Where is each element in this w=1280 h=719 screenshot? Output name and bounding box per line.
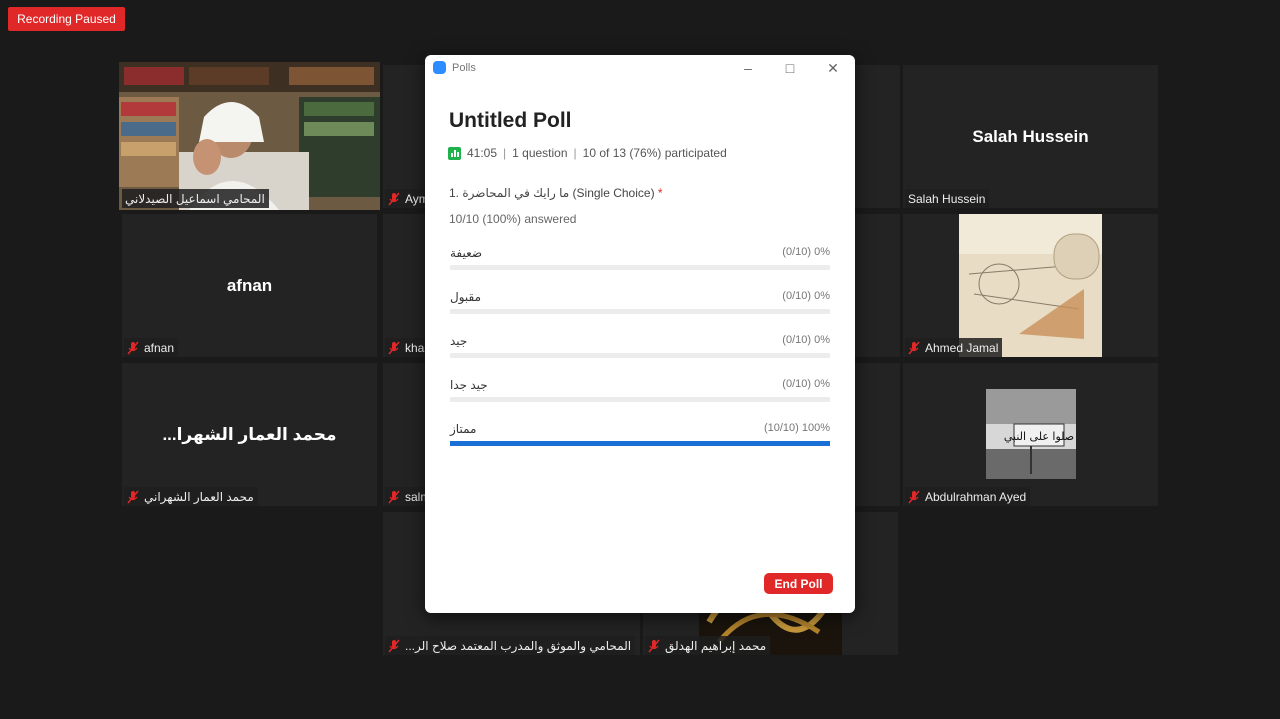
option-result: (0/10) 0% xyxy=(782,378,830,390)
participant-name-tag: Abdulrahman Ayed xyxy=(905,487,1031,506)
participant-name-tag: محمد إبراهيم الهدلق xyxy=(645,636,771,655)
muted-mic-icon xyxy=(648,639,660,652)
video-tile-speaker[interactable]: المحامي اسماعيل الصيدلاني xyxy=(119,62,380,210)
muted-mic-icon xyxy=(127,490,139,503)
participant-name: المحامي اسماعيل الصيدلاني xyxy=(125,191,265,206)
muted-mic-icon xyxy=(127,341,139,354)
result-bar xyxy=(450,353,830,358)
participant-name: محمد إبراهيم الهدلق xyxy=(665,638,767,653)
result-bar xyxy=(450,265,830,270)
participant-display-name: afnan xyxy=(226,275,273,295)
question-text: 1. ما رايك في المحاضرة (Single Choice) xyxy=(449,186,655,200)
participant-name: afnan xyxy=(144,340,175,355)
result-bar xyxy=(450,441,830,446)
participant-name-tag: ...المحامي والموثق والمدرب المعتمد صلاح … xyxy=(385,636,636,655)
option-label: ضعيفة xyxy=(450,246,483,260)
poll-participation: 10 of 13 (76%) participated xyxy=(582,146,727,160)
muted-mic-icon xyxy=(908,341,920,354)
poll-option: ممتاز (10/10) 100% xyxy=(450,422,830,452)
participant-name-tag: Ahmed Jamal xyxy=(905,338,1003,357)
poll-option: جيد جدا (0/10) 0% xyxy=(450,378,830,408)
option-result: (0/10) 0% xyxy=(782,290,830,302)
participant-name-tag: Salah Hussein xyxy=(905,189,990,208)
poll-option: مقبول (0/10) 0% xyxy=(450,290,830,320)
zoom-app-icon xyxy=(433,61,446,74)
video-tile[interactable]: صلوا على النبي Abdulrahman Ayed xyxy=(903,363,1158,506)
poll-duration: 41:05 xyxy=(467,146,498,160)
poll-title: Untitled Poll xyxy=(449,109,572,132)
profile-picture xyxy=(959,214,1102,357)
participant-display-name: ...محمد العمار الشهرا xyxy=(162,424,337,444)
result-bar-fill xyxy=(450,441,830,446)
participant-name: ...المحامي والموثق والمدرب المعتمد صلاح … xyxy=(405,638,632,653)
muted-mic-icon xyxy=(388,639,400,652)
participant-name-tag: محمد العمار الشهراني xyxy=(124,487,258,506)
separator: | xyxy=(503,146,507,160)
participant-name-tag: kha xyxy=(385,338,429,357)
participant-name: kha xyxy=(405,340,425,355)
separator: | xyxy=(573,146,577,160)
option-label: جيد جدا xyxy=(450,378,488,392)
profile-picture: صلوا على النبي xyxy=(986,389,1076,479)
poll-meta: 41:05 | 1 question | 10 of 13 (76%) part… xyxy=(448,146,727,160)
poll-option: ضعيفة (0/10) 0% xyxy=(450,246,830,276)
maximize-icon[interactable]: □ xyxy=(781,59,799,77)
poll-option: جيد (0/10) 0% xyxy=(450,334,830,364)
participant-name: Salah Hussein xyxy=(908,191,986,206)
speaker-video xyxy=(119,62,380,210)
poll-question-count: 1 question xyxy=(512,146,568,160)
result-bar xyxy=(450,309,830,314)
option-label: جيد xyxy=(450,334,468,348)
participant-name-tag: afnan xyxy=(124,338,179,357)
muted-mic-icon xyxy=(388,192,400,205)
option-label: مقبول xyxy=(450,290,482,304)
option-result: (0/10) 0% xyxy=(782,334,830,346)
muted-mic-icon xyxy=(908,490,920,503)
participant-name-tag: المحامي اسماعيل الصيدلاني xyxy=(122,189,269,208)
muted-mic-icon xyxy=(388,341,400,354)
participant-name: Abdulrahman Ayed xyxy=(925,489,1027,504)
video-tile[interactable]: ...محمد العمار الشهرا محمد العمار الشهرا… xyxy=(122,363,377,506)
required-mark: * xyxy=(657,186,663,200)
recording-paused-badge[interactable]: Recording Paused xyxy=(8,7,125,31)
close-icon[interactable]: ✕ xyxy=(824,59,842,77)
polls-window: Polls – □ ✕ Untitled Poll 41:05 | 1 ques… xyxy=(425,55,855,613)
participant-name: محمد العمار الشهراني xyxy=(144,489,254,504)
bar-chart-icon xyxy=(448,146,461,160)
option-result: (10/10) 100% xyxy=(763,422,830,434)
result-bar xyxy=(450,397,830,402)
poll-question: 1. ما رايك في المحاضرة (Single Choice) * xyxy=(449,186,663,200)
option-result: (0/10) 0% xyxy=(782,246,830,258)
minimize-icon[interactable]: – xyxy=(739,59,757,77)
muted-mic-icon xyxy=(388,490,400,503)
window-title: Polls xyxy=(452,62,476,74)
answered-summary: 10/10 (100%) answered xyxy=(449,212,577,226)
sign-text: صلوا على النبي xyxy=(1004,430,1074,443)
window-titlebar[interactable]: Polls – □ ✕ xyxy=(425,55,855,83)
participant-name: Ahmed Jamal xyxy=(925,340,999,355)
video-tile[interactable]: Salah Hussein Salah Hussein xyxy=(903,65,1158,208)
option-label: ممتاز xyxy=(450,422,477,436)
video-tile[interactable]: Ahmed Jamal xyxy=(903,214,1158,357)
participant-display-name: Salah Hussein xyxy=(972,126,1089,146)
end-poll-button[interactable]: End Poll xyxy=(764,573,833,594)
video-tile[interactable]: afnan afnan xyxy=(122,214,377,357)
